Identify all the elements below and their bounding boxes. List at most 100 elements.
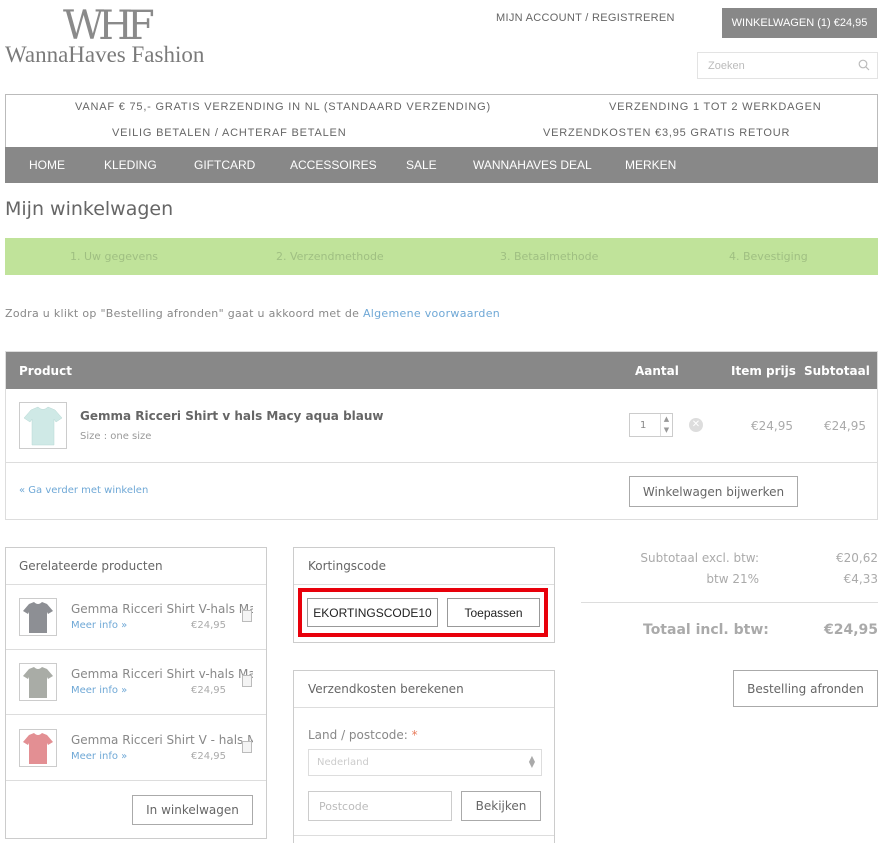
related-thumbnail-3[interactable]: [19, 729, 57, 767]
vat-label: btw 21%: [706, 572, 759, 586]
nav-item-kleding[interactable]: KLEDING: [104, 147, 157, 183]
country-postcode-label-text: Land / postcode:: [308, 728, 408, 742]
related-products-box: Gerelateerde producten Gemma Ricceri Shi…: [5, 547, 267, 839]
quantity-value: 1: [640, 420, 647, 431]
shirt-image: [23, 733, 53, 764]
cart-button[interactable]: WINKELWAGEN (1) €24,95: [722, 8, 877, 38]
related-name-3[interactable]: Gemma Ricceri Shirt V - hals M: [71, 733, 253, 747]
shirt-image: [23, 406, 63, 446]
related-price-3: €24,95: [191, 751, 226, 762]
update-cart-button[interactable]: Winkelwagen bijwerken: [629, 476, 798, 507]
terms-text: Zodra u klikt op "Bestelling afronden" g…: [5, 307, 363, 320]
select-arrows-icon: ▲ ▼: [528, 754, 535, 769]
item-price: €24,95: [751, 419, 793, 433]
search-icon[interactable]: [858, 59, 870, 71]
step-shipping-method: 2. Verzendmethode: [276, 250, 384, 263]
product-name[interactable]: Gemma Ricceri Shirt v hals Macy aqua bla…: [80, 409, 384, 423]
related-name-2[interactable]: Gemma Ricceri Shirt v-hals Ma: [71, 667, 253, 681]
step-payment-method: 3. Betaalmethode: [500, 250, 599, 263]
shirt-image: [23, 667, 53, 698]
logo-text: WannaHaves Fashion: [5, 42, 205, 67]
quantity-stepper[interactable]: 1 ▲ ▼: [629, 413, 673, 437]
info-free-shipping: VANAF € 75,- GRATIS VERZENDING IN NL (ST…: [75, 101, 491, 113]
totals-divider: [581, 602, 878, 603]
step-confirmation: 4. Bevestiging: [729, 250, 808, 263]
box-divider: [294, 835, 554, 836]
terms-notice: Zodra u klikt op "Bestelling afronden" g…: [5, 307, 500, 320]
checkout-button[interactable]: Bestelling afronden: [733, 670, 878, 707]
order-totals: Subtotaal excl. btw: €20,62 btw 21% €4,3…: [581, 547, 878, 717]
search-input[interactable]: Zoeken: [697, 52, 878, 79]
logo[interactable]: WHF WannaHaves Fashion: [5, 3, 220, 70]
related-more-info-2[interactable]: Meer info »: [71, 685, 127, 696]
nav-item-accessoires[interactable]: ACCESSOIRES: [290, 147, 377, 183]
account-link[interactable]: MIJN ACCOUNT / REGISTREREN: [496, 12, 675, 24]
quantity-arrows[interactable]: ▲ ▼: [660, 414, 672, 436]
table-header: Product Aantal Item prijs Subtotaal: [6, 352, 877, 389]
view-shipping-button[interactable]: Bekijken: [461, 791, 541, 821]
coupon-highlight: EKORTINGSCODE10 Toepassen: [298, 588, 548, 637]
related-thumbnail-2[interactable]: [19, 663, 57, 701]
add-to-cart-button[interactable]: In winkelwagen: [132, 795, 253, 825]
box-divider: [294, 584, 554, 585]
search-placeholder: Zoeken: [708, 60, 745, 72]
remove-item-icon[interactable]: ✕: [689, 418, 703, 432]
header-quantity: Aantal: [635, 364, 679, 378]
postcode-input[interactable]: Postcode: [308, 791, 452, 821]
header-item-price: Item prijs: [731, 364, 796, 378]
related-price-2: €24,95: [191, 685, 226, 696]
shipping-calculator-box: Verzendkosten berekenen Land / postcode:…: [293, 670, 555, 843]
box-divider: [294, 707, 554, 708]
checkout-steps: 1. Uw gegevens 2. Verzendmethode 3. Beta…: [5, 238, 878, 275]
country-postcode-label: Land / postcode: *: [308, 728, 418, 742]
vat-value: €4,33: [843, 572, 878, 586]
subtotal-value: €20,62: [836, 551, 878, 565]
product-size: Size : one size: [80, 431, 152, 442]
info-delivery-time: VERZENDING 1 TOT 2 WERKDAGEN: [609, 101, 822, 113]
coupon-title: Kortingscode: [308, 559, 386, 573]
box-divider: [6, 584, 266, 585]
subtotal-label: Subtotaal excl. btw:: [640, 551, 759, 565]
country-select[interactable]: Nederland ▲ ▼: [308, 749, 542, 776]
related-name-1[interactable]: Gemma Ricceri Shirt V-hals Ma: [71, 602, 253, 616]
related-price-1: €24,95: [191, 620, 226, 631]
terms-link[interactable]: Algemene voorwaarden: [363, 307, 500, 320]
box-divider: [6, 714, 266, 715]
shipping-calculator-title: Verzendkosten berekenen: [308, 682, 464, 696]
related-checkbox-2[interactable]: [242, 675, 252, 687]
nav-item-sale[interactable]: SALE: [406, 147, 437, 183]
coupon-code-input[interactable]: EKORTINGSCODE10: [307, 598, 438, 627]
chevron-down-icon[interactable]: ▼: [661, 425, 672, 436]
step-details: 1. Uw gegevens: [70, 250, 159, 263]
cart-table: Product Aantal Item prijs Subtotaal Gemm…: [5, 351, 878, 520]
related-more-info-1[interactable]: Meer info »: [71, 620, 127, 631]
page-title: Mijn winkelwagen: [5, 198, 174, 220]
apply-coupon-button[interactable]: Toepassen: [447, 598, 540, 627]
info-shipping-cost: VERZENDKOSTEN €3,95 GRATIS RETOUR: [543, 127, 791, 139]
row-divider: [6, 462, 877, 463]
header-product: Product: [19, 364, 72, 378]
product-thumbnail[interactable]: [19, 402, 67, 449]
info-safe-payment: VEILIG BETALEN / ACHTERAF BETALEN: [112, 127, 347, 139]
info-banner: VANAF € 75,- GRATIS VERZENDING IN NL (ST…: [5, 94, 878, 147]
chevron-up-icon[interactable]: ▲: [661, 414, 672, 425]
nav-item-merken[interactable]: MERKEN: [625, 147, 676, 183]
total-value: €24,95: [823, 622, 878, 638]
related-more-info-3[interactable]: Meer info »: [71, 751, 127, 762]
box-divider: [6, 649, 266, 650]
nav-item-home[interactable]: HOME: [29, 147, 65, 183]
related-thumbnail-1[interactable]: [19, 598, 57, 636]
related-checkbox-3[interactable]: [242, 741, 252, 753]
total-label: Totaal incl. btw:: [643, 622, 769, 638]
related-products-title: Gerelateerde producten: [19, 559, 163, 573]
required-mark: *: [411, 728, 418, 742]
logo-mark: WHF: [63, 3, 155, 49]
item-subtotal: €24,95: [824, 419, 866, 433]
box-divider: [6, 780, 266, 781]
related-checkbox-1[interactable]: [242, 610, 252, 622]
header-subtotal: Subtotaal: [804, 364, 870, 378]
nav-item-giftcard[interactable]: GIFTCARD: [194, 147, 255, 183]
country-select-value: Nederland: [317, 757, 369, 768]
nav-item-wannahaves-deal[interactable]: WANNAHAVES DEAL: [473, 147, 592, 183]
continue-shopping-link[interactable]: « Ga verder met winkelen: [19, 485, 148, 496]
